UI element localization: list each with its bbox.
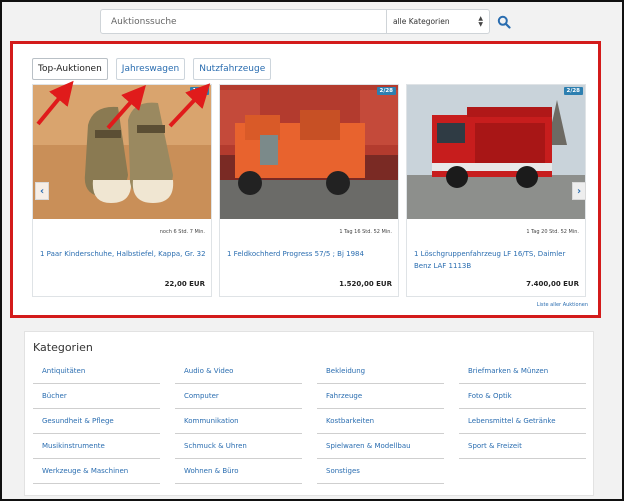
category-link[interactable]: Kommunikation	[175, 409, 302, 434]
auction-title[interactable]: 1 Paar Kinderschuhe, Halbstiefel, Kappa,…	[40, 248, 208, 260]
auction-price: 1.520,00 EUR	[339, 280, 392, 288]
tab-nutzfahrzeuge[interactable]: Nutzfahrzeuge	[193, 58, 272, 80]
image-count-badge: 2/28	[563, 87, 583, 95]
category-link[interactable]: Lebensmittel & Getränke	[459, 409, 586, 434]
carousel-prev-icon[interactable]: ‹	[35, 182, 49, 200]
auction-price: 22,00 EUR	[164, 280, 205, 288]
auction-title[interactable]: 1 Löschgruppenfahrzeug LF 16/TS, Daimler…	[414, 248, 582, 272]
image-count-badge: 2/28	[376, 87, 396, 95]
auction-tabs: Top-Auktionen Jahreswagen Nutzfahrzeuge	[32, 58, 272, 80]
auction-card[interactable]: 2/28 1 Tag 16 Std. 52 Min. 1 Feldkochher…	[219, 84, 399, 297]
category-link[interactable]: Kostbarkeiten	[317, 409, 444, 434]
category-link[interactable]: Sonstiges	[317, 459, 444, 484]
carousel-next-icon[interactable]: ›	[572, 182, 586, 200]
categories-grid: Antiquitäten Audio & Video Bekleidung Br…	[33, 359, 586, 484]
category-link[interactable]: Bekleidung	[317, 359, 444, 384]
category-link[interactable]: Gesundheit & Pflege	[33, 409, 160, 434]
category-link[interactable]: Musikinstrumente	[33, 434, 160, 459]
category-select[interactable]: alle Kategorien ▲ ▼	[387, 9, 490, 34]
auction-title[interactable]: 1 Feldkochherd Progress 57/5 ; Bj 1984	[227, 248, 395, 260]
category-link[interactable]: Spielwaren & Modellbau	[317, 434, 444, 459]
categories-panel: Kategorien Antiquitäten Audio & Video Be…	[24, 331, 594, 496]
search-input[interactable]	[100, 9, 387, 34]
category-link[interactable]: Werkzeuge & Maschinen	[33, 459, 160, 484]
category-link[interactable]: Fahrzeuge	[317, 384, 444, 409]
category-link[interactable]: Bücher	[33, 384, 160, 409]
auction-image-fire-truck[interactable]: 2/28	[407, 85, 585, 219]
auction-image-feldkochherd[interactable]: 2/28	[220, 85, 398, 219]
category-link[interactable]: Audio & Video	[175, 359, 302, 384]
auction-card[interactable]: 2/28 1 Tag 20 Std. 52 Min. 1 Löschgruppe…	[406, 84, 586, 297]
categories-title: Kategorien	[33, 341, 93, 354]
category-link[interactable]: Computer	[175, 384, 302, 409]
category-link[interactable]: Briefmarken & Münzen	[459, 359, 586, 384]
category-select-value: alle Kategorien	[393, 17, 450, 26]
all-auctions-link[interactable]: Liste aller Auktionen	[537, 302, 588, 308]
time-remaining: noch 6 Std. 7 Min.	[159, 229, 205, 235]
tab-top-auktionen[interactable]: Top-Auktionen	[32, 58, 108, 80]
category-link[interactable]: Schmuck & Uhren	[175, 434, 302, 459]
search-bar: alle Kategorien ▲▼	[100, 9, 490, 35]
category-link[interactable]: Foto & Optik	[459, 384, 586, 409]
time-remaining: 1 Tag 16 Std. 52 Min.	[339, 229, 392, 235]
category-link[interactable]: Antiquitäten	[33, 359, 160, 384]
time-remaining: 1 Tag 20 Std. 52 Min.	[526, 229, 579, 235]
category-link[interactable]: Sport & Freizeit	[459, 434, 586, 459]
select-arrows-icon: ▲ ▼	[478, 15, 483, 28]
category-link[interactable]: Wohnen & Büro	[175, 459, 302, 484]
tab-jahreswagen[interactable]: Jahreswagen	[115, 58, 186, 80]
search-icon[interactable]	[497, 15, 511, 29]
annotation-arrows-icon	[36, 80, 211, 130]
auction-price: 7.400,00 EUR	[526, 280, 579, 288]
